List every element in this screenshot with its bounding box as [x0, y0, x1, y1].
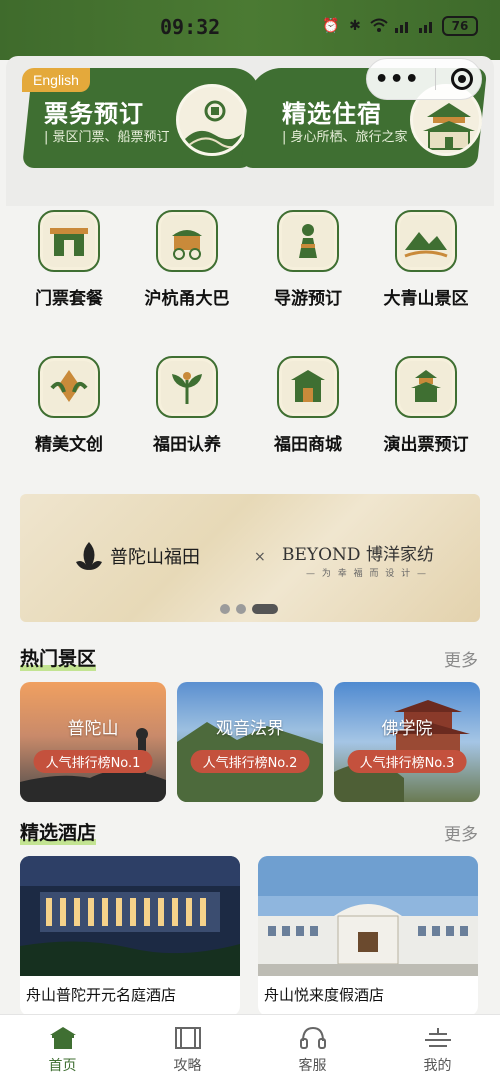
spot-card-buddhist-college[interactable]: 佛学院 人气排行榜No.3: [334, 682, 480, 802]
english-badge[interactable]: English: [22, 68, 90, 92]
carousel-indicator: [220, 604, 278, 614]
carousel-dot-active[interactable]: [252, 604, 278, 614]
menu-label: 门票套餐: [35, 289, 103, 309]
lotus-logo-icon: [76, 542, 102, 570]
menu-label: 演出票预订: [383, 435, 469, 455]
spot-card-guanyin[interactable]: 观音法界 人气排行榜No.2: [177, 682, 323, 802]
tab-profile[interactable]: 我的: [375, 1015, 500, 1078]
tab-label: 我的: [423, 1058, 452, 1074]
home-icon: [48, 1025, 78, 1051]
tab-label: 攻略: [173, 1058, 202, 1074]
spot-name: 佛学院: [381, 719, 433, 739]
close-program-icon[interactable]: [451, 68, 474, 90]
carousel-dot[interactable]: [236, 604, 246, 614]
mini-program-capsule: •••: [366, 58, 482, 100]
gate-icon: [38, 210, 100, 272]
hotel-card-kaiyuan[interactable]: 舟山普陀开元名庭酒店: [20, 856, 240, 1016]
battery-indicator: 76: [442, 16, 478, 36]
wifi-icon: [370, 17, 388, 35]
mountain-icon: [395, 210, 457, 272]
spot-image: [334, 700, 470, 802]
hot-spots-more-link[interactable]: 更多: [444, 646, 478, 671]
banner-cross: ×: [254, 549, 266, 565]
section-title-hot-spots: 热门景区: [20, 644, 97, 671]
capsule-divider: [435, 68, 437, 90]
menu-label: 精美文创: [35, 435, 103, 455]
banner-right-subtitle: — 为 幸 福 而 设 计 —: [306, 569, 429, 579]
hotel-name: 舟山普陀开元名庭酒店: [26, 986, 177, 1004]
status-time: 09:32: [160, 15, 221, 39]
tab-label: 客服: [298, 1058, 327, 1074]
menu-item-guide[interactable]: 导游预订: [248, 210, 368, 309]
banner-left-text: 普陀山福田: [110, 547, 200, 568]
tab-home[interactable]: 首页: [0, 1015, 125, 1078]
alarm-icon: ⏰: [322, 18, 340, 34]
hotel-name: 舟山悦来度假酒店: [264, 986, 385, 1004]
hotel-image: [258, 856, 478, 976]
craft-icon: [38, 356, 100, 418]
spot-rank-badge: 人气排行榜No.3: [347, 750, 467, 773]
hotels-more-link[interactable]: 更多: [444, 820, 478, 845]
signal-4g-icon: [394, 17, 412, 35]
promo-banner[interactable]: 普陀山福田 × BEYOND 博洋家纺 — 为 幸 福 而 设 计 —: [20, 494, 480, 622]
status-bar: 09:32 ⏰ ✱ 76: [0, 0, 500, 56]
status-icons: ⏰ ✱ 76: [322, 16, 478, 36]
menu-label: 导游预订: [274, 289, 342, 309]
tab-service[interactable]: 客服: [250, 1015, 375, 1078]
ticket-card-title: 票务预订: [44, 100, 144, 128]
section-title-text: 精选酒店: [20, 822, 97, 844]
pagoda-icon: [395, 356, 457, 418]
spot-rank-badge: 人气排行榜No.2: [190, 750, 310, 773]
hotel-card-yuelai[interactable]: 舟山悦来度假酒店: [258, 856, 478, 1016]
menu-item-performance[interactable]: 演出票预订: [366, 356, 486, 455]
menu-item-crafts[interactable]: 精美文创: [9, 356, 129, 455]
carousel-dot[interactable]: [220, 604, 230, 614]
plant-icon: [156, 356, 218, 418]
guide-icon: [277, 210, 339, 272]
menu-item-adopt[interactable]: 福田认养: [127, 356, 247, 455]
tab-guide[interactable]: 攻略: [125, 1015, 250, 1078]
section-title-hotels: 精选酒店: [20, 818, 97, 845]
menu-item-bus[interactable]: 沪杭甬大巴: [127, 210, 247, 309]
menu-label: 福田认养: [153, 435, 221, 455]
spot-name: 普陀山: [67, 719, 119, 739]
tab-label: 首页: [48, 1058, 77, 1074]
spot-rank-badge: 人气排行榜No.1: [33, 750, 153, 773]
section-title-text: 热门景区: [20, 648, 97, 670]
menu-item-shop[interactable]: 福田商城: [248, 356, 368, 455]
signal-5g-icon: [418, 17, 436, 35]
headset-icon: [298, 1025, 328, 1051]
stay-card-subtitle: | 身心所栖、旅行之家: [282, 130, 408, 145]
spot-name: 观音法界: [216, 719, 284, 739]
bluetooth-icon: ✱: [349, 18, 361, 34]
shop-icon: [277, 356, 339, 418]
ticket-card-subtitle: | 景区门票、船票预订: [44, 130, 170, 145]
menu-label: 沪杭甬大巴: [144, 289, 230, 309]
bottom-tab-bar: 首页 攻略 客服 我的: [0, 1014, 500, 1078]
ticket-emblem-icon: [176, 84, 248, 156]
carriage-icon: [156, 210, 218, 272]
guide-book-icon: [173, 1025, 203, 1051]
hotel-image: [20, 856, 240, 976]
spot-image: [177, 722, 323, 802]
spot-image: [20, 728, 166, 802]
menu-label: 福田商城: [274, 435, 342, 455]
stay-card-title: 精选住宿: [282, 100, 382, 128]
spot-card-putuo[interactable]: 普陀山 人气排行榜No.1: [20, 682, 166, 802]
menu-item-mountain[interactable]: 大青山景区: [366, 210, 486, 309]
profile-icon: [423, 1025, 453, 1051]
menu-item-tickets[interactable]: 门票套餐: [9, 210, 129, 309]
banner-right-text: BEYOND 博洋家纺: [282, 545, 434, 565]
menu-label: 大青山景区: [383, 289, 469, 309]
more-options-icon[interactable]: •••: [375, 67, 420, 92]
banner-brand: 普陀山福田: [74, 540, 200, 572]
